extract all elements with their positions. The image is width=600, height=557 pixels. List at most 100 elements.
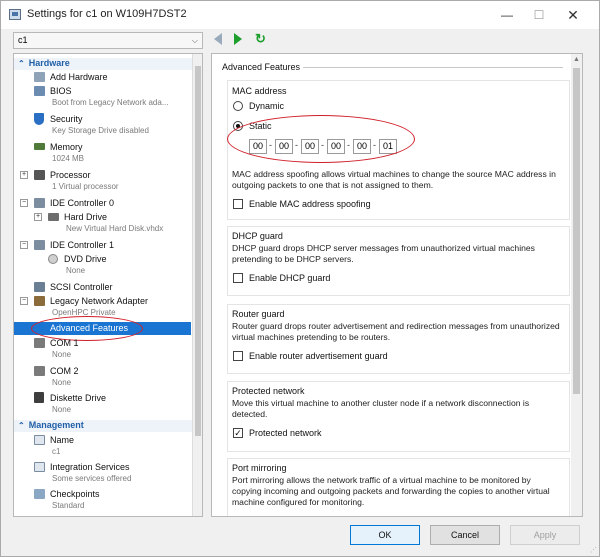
add-hardware-icon [34,72,45,82]
ide-controller-icon [34,198,45,208]
collapse-icon: ⌃ [18,59,25,68]
cancel-button[interactable]: Cancel [430,525,500,545]
resize-grip-icon[interactable]: ⋰ [590,546,597,554]
name-icon [34,435,45,445]
tree-item-checkpoints[interactable]: Checkpoints Standard [14,488,192,514]
protected-network-label[interactable]: Protected network [249,428,322,438]
tree-item-detail: None [66,266,86,275]
memory-icon [34,143,45,150]
tree-item-label: Diskette Drive [50,393,107,403]
collapse-icon[interactable]: − [20,241,28,249]
tree-item-label: Checkpoints [50,489,100,499]
mac-spoofing-checkbox[interactable] [233,199,243,209]
tree-item-label: Processor [50,170,91,180]
protected-network-description: Move this virtual machine to another clu… [232,398,530,419]
minimize-button[interactable]: — [493,5,521,25]
tree-item-detail: Key Storage Drive disabled [52,126,149,135]
dvd-disc-icon [48,254,58,264]
tree-item-detail: None [52,405,72,414]
tree-item-diskette-drive[interactable]: Diskette Drive None [14,392,192,418]
tree-item-security[interactable]: Security Key Storage Drive disabled [14,113,192,139]
protected-network-group: Protected network Move this virtual mach… [227,381,570,452]
bios-chip-icon [34,86,45,96]
collapse-icon[interactable]: − [20,199,28,207]
annotation-oval [227,115,415,163]
protected-network-title: Protected network [232,386,305,396]
tree-item-label: Add Hardware [50,72,108,82]
mac-spoofing-description: MAC address spoofing allows virtual mach… [232,169,556,190]
tree-item-add-hardware[interactable]: Add Hardware [14,71,192,84]
tree-item-ide-controller-0[interactable]: − IDE Controller 0 [14,197,192,210]
tree-item-scsi-controller[interactable]: SCSI Controller [14,281,192,294]
tree-item-com-1[interactable]: COM 1 None [14,337,192,363]
tree-item-detail: 1024 MB [52,154,85,163]
dhcp-guard-group: DHCP guard DHCP guard drops DHCP server … [227,226,570,296]
settings-window: Settings for c1 on W109H7DST2 — ☐ ✕ c1 ⌵… [0,0,600,557]
tree-item-detail: None [52,350,72,359]
panel-scrollbar[interactable]: ▲ [571,54,582,516]
tree-item-label: Security [50,114,83,124]
port-mirroring-description: Port mirroring allows the network traffi… [232,475,550,507]
tree-item-hard-drive[interactable]: + Hard Drive New Virtual Hard Disk.vhdx [14,211,192,237]
apply-button[interactable]: Apply [510,525,580,545]
mac-address-title: MAC address [232,86,287,96]
tree-item-processor[interactable]: + Processor 1 Virtual processor [14,169,192,195]
refresh-icon[interactable]: ↻ [255,31,266,47]
tree-item-detail: Boot from Legacy Network ada... [52,98,169,107]
tree-item-ide-controller-1[interactable]: − IDE Controller 1 [14,239,192,252]
dynamic-radio-label[interactable]: Dynamic [249,101,284,111]
management-section-header[interactable]: ⌃ Management [14,420,192,432]
expand-icon[interactable]: + [20,171,28,179]
expand-icon[interactable]: + [34,213,42,221]
tree-item-detail: Some services offered [52,474,132,483]
tree-item-detail: 1 Virtual processor [52,182,119,191]
hardware-section-header[interactable]: ⌃ Hardware [14,58,192,70]
tree-item-label: IDE Controller 0 [50,198,115,208]
maximize-button[interactable]: ☐ [525,5,553,25]
hard-drive-icon [48,213,59,221]
tree-scrollbar-thumb[interactable] [195,66,201,436]
hardware-tree[interactable]: ⌃ Hardware Add Hardware BIOS Boot from Le… [13,53,203,517]
tree-item-label: Hard Drive [64,212,108,222]
port-mirroring-title: Port mirroring [232,463,287,473]
dhcp-guard-checkbox[interactable] [233,273,243,283]
vm-select-dropdown[interactable]: c1 ⌵ [13,32,203,49]
mac-address-group: MAC address Dynamic Static 00 - 00 - 00 … [227,80,570,220]
tree-scrollbar[interactable] [192,54,202,516]
diskette-icon [34,392,44,403]
tree-item-detail: c1 [52,447,61,456]
tree-item-integration-services[interactable]: Integration Services Some services offer… [14,461,192,487]
tree-item-bios[interactable]: BIOS Boot from Legacy Network ada... [14,85,192,111]
checkpoints-icon [34,489,45,499]
title-bar: Settings for c1 on W109H7DST2 — ☐ ✕ [1,1,599,29]
scsi-controller-icon [34,282,45,292]
tree-item-dvd-drive[interactable]: DVD Drive None [14,253,192,279]
tree-item-label: COM 1 [50,338,79,348]
forward-arrow-icon[interactable] [234,33,242,45]
close-button[interactable]: ✕ [559,5,587,25]
router-guard-checkbox[interactable] [233,351,243,361]
tree-item-label: Integration Services [50,462,130,472]
tree-item-label: SCSI Controller [50,282,113,292]
panel-scrollbar-thumb[interactable] [573,68,580,394]
back-arrow-icon[interactable] [214,33,222,45]
tree-item-memory[interactable]: Memory 1024 MB [14,141,192,167]
dhcp-guard-label[interactable]: Enable DHCP guard [249,273,330,283]
panel-title-divider [303,67,563,68]
router-guard-description: Router guard drops router advertisement … [232,321,560,342]
router-guard-label[interactable]: Enable router advertisement guard [249,351,388,361]
tree-item-com-2[interactable]: COM 2 None [14,365,192,391]
ok-button[interactable]: OK [350,525,420,545]
mac-spoofing-label[interactable]: Enable MAC address spoofing [249,199,371,209]
dhcp-guard-description: DHCP guard drops DHCP server messages fr… [232,243,535,264]
collapse-icon[interactable]: − [20,297,28,305]
router-guard-group: Router guard Router guard drops router a… [227,304,570,374]
protected-network-checkbox[interactable]: ✓ [233,428,243,438]
tree-item-name[interactable]: Name c1 [14,434,192,460]
vm-select-value: c1 [18,35,28,45]
scroll-up-icon[interactable]: ▲ [573,56,580,63]
tree-item-label: Name [50,435,75,445]
window-title: Settings for c1 on W109H7DST2 [27,8,187,20]
dynamic-radio[interactable] [233,101,243,111]
tree-item-detail: None [52,378,72,387]
